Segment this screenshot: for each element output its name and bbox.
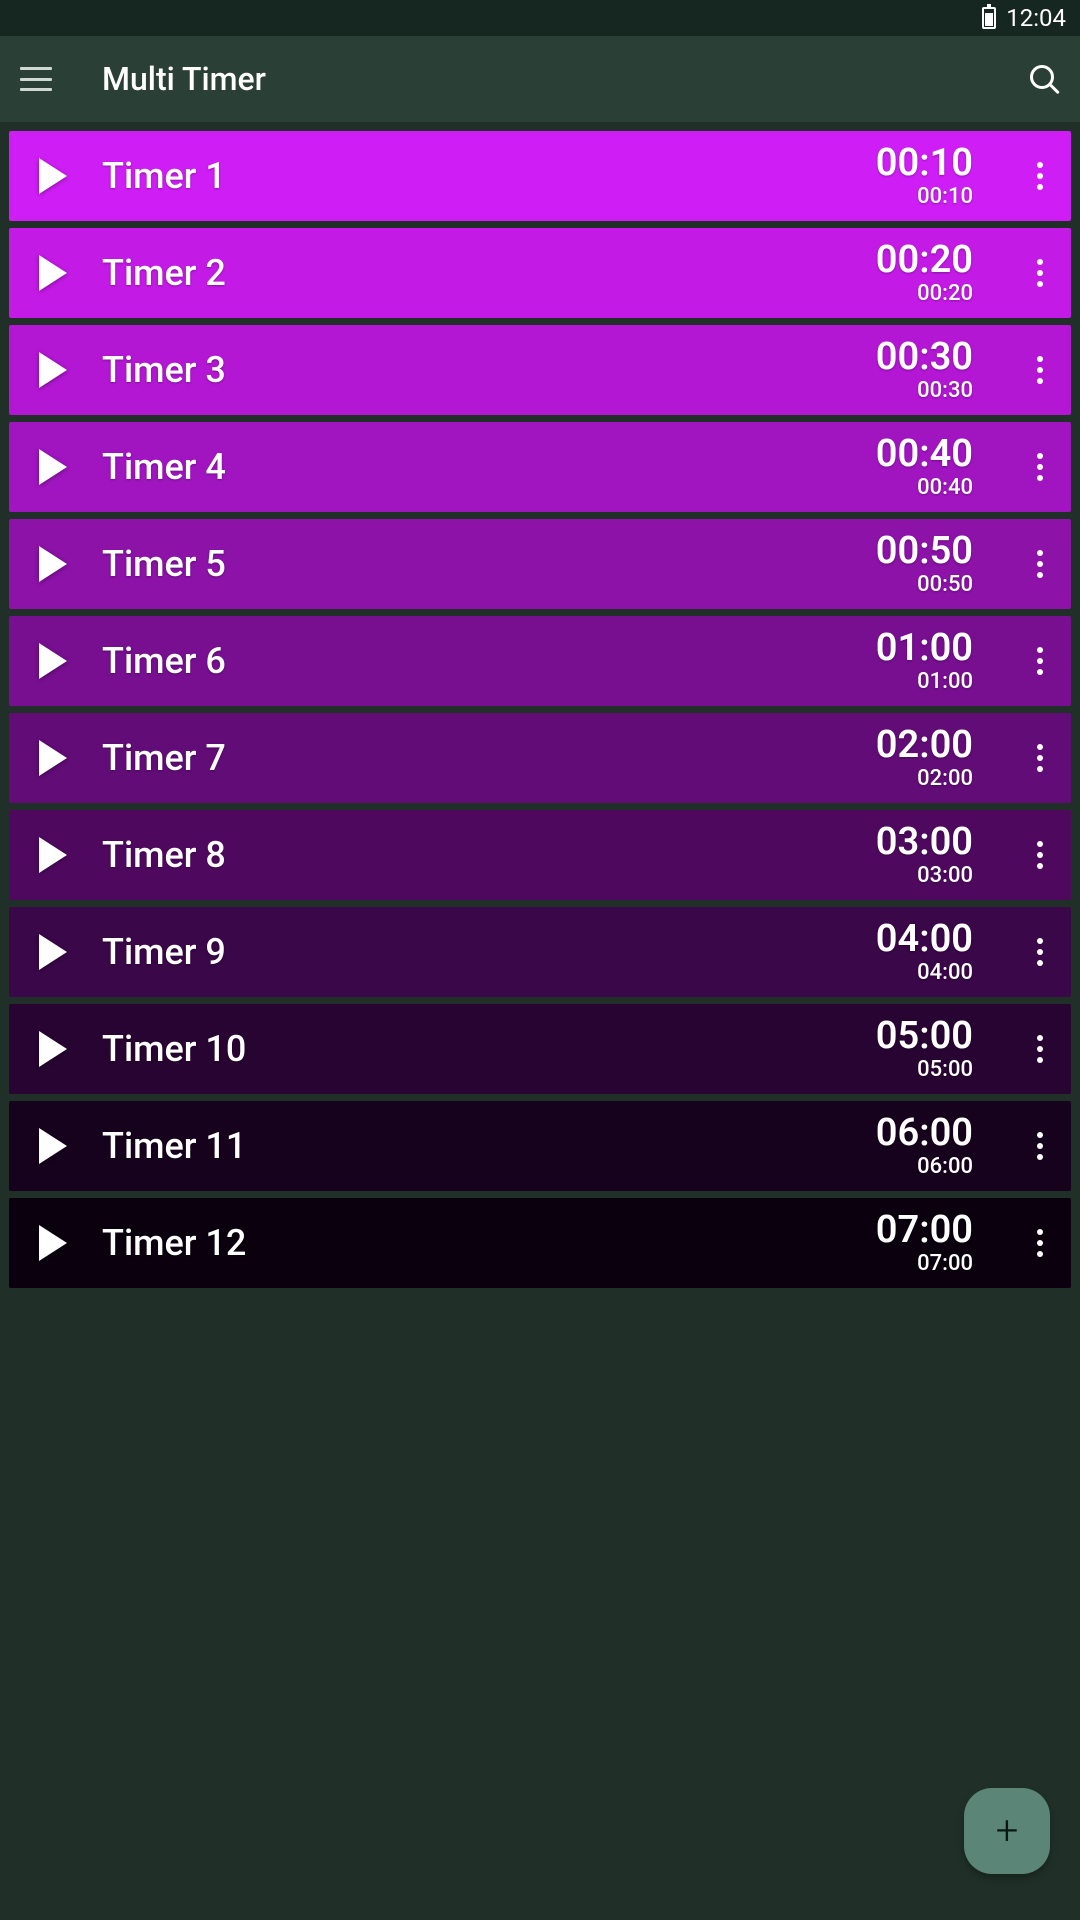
timer-row[interactable]: Timer 1207:0007:00 <box>9 1198 1071 1288</box>
timer-sub-time: 05:00 <box>876 1057 973 1082</box>
timer-main-time: 00:50 <box>876 532 973 570</box>
timer-times: 05:0005:00 <box>876 1017 973 1082</box>
timer-row[interactable]: Timer 601:0001:00 <box>9 616 1071 706</box>
play-icon[interactable] <box>39 1128 67 1164</box>
timer-times: 06:0006:00 <box>876 1114 973 1179</box>
timer-name: Timer 7 <box>102 737 876 779</box>
play-icon[interactable] <box>39 449 67 485</box>
app-title: Multi Timer <box>102 60 1028 98</box>
timer-main-time: 03:00 <box>876 823 973 861</box>
timer-row[interactable]: Timer 904:0004:00 <box>9 907 1071 997</box>
timer-name: Timer 4 <box>102 446 876 488</box>
more-icon[interactable] <box>1027 540 1053 588</box>
timer-main-time: 01:00 <box>876 629 973 667</box>
timer-row[interactable]: Timer 300:3000:30 <box>9 325 1071 415</box>
timer-times: 07:0007:00 <box>876 1211 973 1276</box>
play-icon[interactable] <box>39 158 67 194</box>
timer-sub-time: 00:10 <box>876 184 973 209</box>
play-icon[interactable] <box>39 837 67 873</box>
timer-sub-time: 03:00 <box>876 863 973 888</box>
timer-row[interactable]: Timer 200:2000:20 <box>9 228 1071 318</box>
timer-main-time: 05:00 <box>876 1017 973 1055</box>
play-icon[interactable] <box>39 1031 67 1067</box>
timer-row[interactable]: Timer 400:4000:40 <box>9 422 1071 512</box>
timer-row[interactable]: Timer 1106:0006:00 <box>9 1101 1071 1191</box>
timer-name: Timer 11 <box>102 1125 876 1167</box>
timer-row[interactable]: Timer 702:0002:00 <box>9 713 1071 803</box>
play-icon[interactable] <box>39 546 67 582</box>
timer-name: Timer 12 <box>102 1222 876 1264</box>
timer-times: 04:0004:00 <box>876 920 973 985</box>
timer-times: 00:1000:10 <box>876 144 973 209</box>
timer-main-time: 00:30 <box>876 338 973 376</box>
timer-sub-time: 00:20 <box>876 281 973 306</box>
timer-main-time: 04:00 <box>876 920 973 958</box>
more-icon[interactable] <box>1027 152 1053 200</box>
search-icon[interactable] <box>1028 63 1060 95</box>
timer-name: Timer 8 <box>102 834 876 876</box>
status-time: 12:04 <box>1006 4 1066 32</box>
timer-row[interactable]: Timer 1005:0005:00 <box>9 1004 1071 1094</box>
more-icon[interactable] <box>1027 1122 1053 1170</box>
status-bar: 12:04 <box>0 0 1080 36</box>
play-icon[interactable] <box>39 352 67 388</box>
timer-times: 00:4000:40 <box>876 435 973 500</box>
timer-sub-time: 00:30 <box>876 378 973 403</box>
timer-sub-time: 00:50 <box>876 572 973 597</box>
app-bar: Multi Timer <box>0 36 1080 122</box>
add-timer-button[interactable]: + <box>964 1788 1050 1874</box>
battery-icon <box>982 7 996 29</box>
timer-sub-time: 00:40 <box>876 475 973 500</box>
play-icon[interactable] <box>39 255 67 291</box>
timer-row[interactable]: Timer 100:1000:10 <box>9 131 1071 221</box>
timer-main-time: 00:40 <box>876 435 973 473</box>
timer-main-time: 00:10 <box>876 144 973 182</box>
timer-name: Timer 2 <box>102 252 876 294</box>
more-icon[interactable] <box>1027 249 1053 297</box>
play-icon[interactable] <box>39 934 67 970</box>
timer-name: Timer 9 <box>102 931 876 973</box>
timer-main-time: 07:00 <box>876 1211 973 1249</box>
timer-main-time: 00:20 <box>876 241 973 279</box>
more-icon[interactable] <box>1027 1219 1053 1267</box>
play-icon[interactable] <box>39 740 67 776</box>
play-icon[interactable] <box>39 643 67 679</box>
timer-times: 02:0002:00 <box>876 726 973 791</box>
timer-sub-time: 06:00 <box>876 1154 973 1179</box>
timer-times: 03:0003:00 <box>876 823 973 888</box>
timer-times: 01:0001:00 <box>876 629 973 694</box>
timer-name: Timer 5 <box>102 543 876 585</box>
timer-sub-time: 02:00 <box>876 766 973 791</box>
more-icon[interactable] <box>1027 1025 1053 1073</box>
timer-list: Timer 100:1000:10Timer 200:2000:20Timer … <box>0 122 1080 1304</box>
timer-name: Timer 1 <box>102 155 876 197</box>
timer-times: 00:3000:30 <box>876 338 973 403</box>
timer-name: Timer 6 <box>102 640 876 682</box>
more-icon[interactable] <box>1027 734 1053 782</box>
menu-icon[interactable] <box>20 67 52 91</box>
more-icon[interactable] <box>1027 637 1053 685</box>
timer-times: 00:2000:20 <box>876 241 973 306</box>
play-icon[interactable] <box>39 1225 67 1261</box>
more-icon[interactable] <box>1027 928 1053 976</box>
timer-main-time: 06:00 <box>876 1114 973 1152</box>
timer-row[interactable]: Timer 500:5000:50 <box>9 519 1071 609</box>
timer-times: 00:5000:50 <box>876 532 973 597</box>
timer-name: Timer 3 <box>102 349 876 391</box>
more-icon[interactable] <box>1027 443 1053 491</box>
timer-row[interactable]: Timer 803:0003:00 <box>9 810 1071 900</box>
more-icon[interactable] <box>1027 831 1053 879</box>
plus-icon: + <box>996 1811 1019 1851</box>
timer-sub-time: 07:00 <box>876 1251 973 1276</box>
timer-main-time: 02:00 <box>876 726 973 764</box>
timer-name: Timer 10 <box>102 1028 876 1070</box>
more-icon[interactable] <box>1027 346 1053 394</box>
timer-sub-time: 04:00 <box>876 960 973 985</box>
timer-sub-time: 01:00 <box>876 669 973 694</box>
